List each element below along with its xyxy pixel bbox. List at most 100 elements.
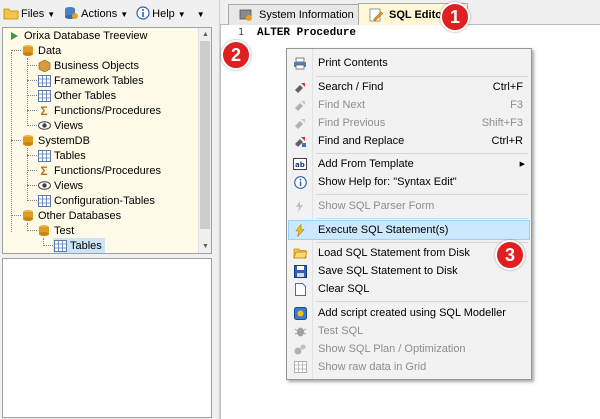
treeview-content: Orixa Database Treeview Data Business Ob… xyxy=(3,28,199,253)
menu-item-load-sql[interactable]: Load SQL Statement from Disk xyxy=(289,244,529,262)
tree-item-label: Framework Tables xyxy=(54,74,144,87)
menu-item-execute-sql[interactable]: Execute SQL Statement(s) xyxy=(288,220,530,240)
menu-item-label: Load SQL Statement from Disk xyxy=(318,247,470,259)
tree-item-business-objects[interactable]: Business Objects xyxy=(37,58,139,73)
menu-item-add-script[interactable]: Add script created using SQL Modeller xyxy=(289,304,529,322)
chevron-down-icon: ▼ xyxy=(120,9,129,19)
menu-item-test-sql[interactable]: Test SQL xyxy=(289,322,529,340)
folder-icon xyxy=(3,6,19,23)
toolbar-overflow-button[interactable]: ▼ xyxy=(191,4,208,24)
system-info-icon xyxy=(239,8,253,22)
database-icon xyxy=(21,209,35,222)
callout-badge-1: 1 xyxy=(440,2,470,32)
menu-separator xyxy=(316,301,528,302)
tree-item-functions-procedures[interactable]: Σ Functions/Procedures xyxy=(37,163,161,178)
app-window: Files ▼ Actions ▼ Help ▼ ▼ Orixa Databas… xyxy=(0,0,600,419)
tree-item-label: Views xyxy=(54,179,84,192)
menu-separator xyxy=(316,242,528,243)
help-label: Help xyxy=(152,8,175,20)
tree-item-label: Orixa Database Treeview xyxy=(24,29,148,42)
menu-item-label: Show Help for: "Syntax Edit" xyxy=(318,176,457,188)
details-panel xyxy=(2,258,212,418)
grid-icon xyxy=(289,359,311,375)
find-replace-icon xyxy=(289,133,311,149)
database-gear-icon xyxy=(63,6,79,23)
menu-item-shortcut: Ctrl+R xyxy=(491,135,523,147)
tree-item-data[interactable]: Data xyxy=(21,43,61,58)
parser-icon xyxy=(289,198,311,214)
files-menu-button[interactable]: Files ▼ xyxy=(0,4,58,24)
tree-item-other-tables[interactable]: Other Tables xyxy=(37,88,116,103)
help-menu-button[interactable]: Help ▼ xyxy=(133,4,189,24)
menu-item-label: Execute SQL Statement(s) xyxy=(318,224,449,236)
tree-item-label: Tables xyxy=(70,239,102,252)
tree-item-configuration-tables[interactable]: Configuration-Tables xyxy=(37,193,155,208)
menu-separator xyxy=(316,218,528,219)
tree-item-label: Tables xyxy=(54,149,86,162)
menu-item-label: Add From Template xyxy=(318,158,414,170)
editor-context-menu: Print Contents Search / Find Ctrl+F Find… xyxy=(286,48,532,380)
pane-splitter[interactable] xyxy=(213,0,220,419)
menu-item-label: Test SQL xyxy=(318,325,364,337)
scroll-up-icon[interactable]: ▲ xyxy=(200,29,211,40)
menu-item-show-raw-data[interactable]: Show raw data in Grid xyxy=(289,358,529,376)
tree-item-label: SystemDB xyxy=(38,134,90,147)
tree-item-functions-procedures[interactable]: Σ Functions/Procedures xyxy=(37,103,161,118)
menu-item-label: Show SQL Plan / Optimization xyxy=(318,343,466,355)
tree-item-label: Test xyxy=(54,224,75,237)
tree-item-tables[interactable]: Tables xyxy=(37,148,86,163)
tab-label: System Information xyxy=(259,9,354,21)
tab-system-information[interactable]: System Information xyxy=(228,4,360,25)
menu-item-find-replace[interactable]: Find and Replace Ctrl+R xyxy=(289,132,529,150)
menu-item-label: Add script created using SQL Modeller xyxy=(318,307,506,319)
main-toolbar: Files ▼ Actions ▼ Help ▼ ▼ xyxy=(0,3,213,25)
bug-icon xyxy=(289,323,311,339)
menu-item-show-sql-plan[interactable]: Show SQL Plan / Optimization xyxy=(289,340,529,358)
menu-item-show-help[interactable]: Show Help for: "Syntax Edit" xyxy=(289,173,529,191)
tree-root-item[interactable]: Orixa Database Treeview xyxy=(7,28,148,43)
menu-separator xyxy=(316,76,528,77)
menu-item-find-previous[interactable]: Find Previous Shift+F3 xyxy=(289,114,529,132)
template-icon: ab xyxy=(289,156,311,172)
menu-item-search-find[interactable]: Search / Find Ctrl+F xyxy=(289,78,529,96)
tree-item-test[interactable]: Test xyxy=(37,223,74,238)
menu-item-label: Search / Find xyxy=(318,81,384,93)
blank-document-icon xyxy=(289,281,311,297)
menu-item-find-next[interactable]: Find Next F3 xyxy=(289,96,529,114)
tree-scrollbar[interactable]: ▲ ▼ xyxy=(198,28,211,253)
tree-item-views[interactable]: Views xyxy=(37,118,83,133)
tree-item-views[interactable]: Views xyxy=(37,178,83,193)
code-line[interactable]: ALTER Procedure xyxy=(257,27,356,39)
tree-item-label: Business Objects xyxy=(54,59,139,72)
flashlight-icon xyxy=(289,115,311,131)
tree-item-label: Data xyxy=(38,44,62,57)
grid-icon xyxy=(37,89,51,102)
menu-item-label: Save SQL Statement to Disk xyxy=(318,265,458,277)
tree-item-framework-tables[interactable]: Framework Tables xyxy=(37,73,144,88)
tree-item-other-databases[interactable]: Other Databases xyxy=(21,208,121,223)
menu-item-show-sql-parser[interactable]: Show SQL Parser Form xyxy=(289,197,529,215)
grid-icon xyxy=(37,149,51,162)
menu-item-clear-sql[interactable]: Clear SQL xyxy=(289,280,529,298)
tree-item-label: Other Databases xyxy=(38,209,122,222)
tree-item-systemdb[interactable]: SystemDB xyxy=(21,133,90,148)
menu-item-save-sql[interactable]: Save SQL Statement to Disk xyxy=(289,262,529,280)
menu-item-add-from-template[interactable]: ab Add From Template ▶ xyxy=(289,155,529,173)
menu-item-label: Find and Replace xyxy=(318,135,405,147)
eye-icon xyxy=(37,179,51,192)
database-icon xyxy=(21,44,35,57)
actions-menu-button[interactable]: Actions ▼ xyxy=(60,4,131,24)
files-label: Files xyxy=(21,8,45,20)
menu-item-print-contents[interactable]: Print Contents xyxy=(289,54,529,72)
chevron-down-icon: ▼ xyxy=(196,9,205,19)
tree-item-test-tables[interactable]: Tables xyxy=(53,238,105,253)
database-treeview[interactable]: Orixa Database Treeview Data Business Ob… xyxy=(2,27,212,254)
tree-item-label: Functions/Procedures xyxy=(54,164,161,177)
left-pane: Files ▼ Actions ▼ Help ▼ ▼ Orixa Databas… xyxy=(0,0,213,419)
modeller-icon xyxy=(289,305,311,321)
actions-label: Actions xyxy=(81,8,118,20)
tree-item-label: Views xyxy=(54,119,84,132)
scrollbar-thumb[interactable] xyxy=(200,41,210,229)
tab-bar: System Information SQL Editor xyxy=(220,0,600,26)
scroll-down-icon[interactable]: ▼ xyxy=(200,241,211,252)
